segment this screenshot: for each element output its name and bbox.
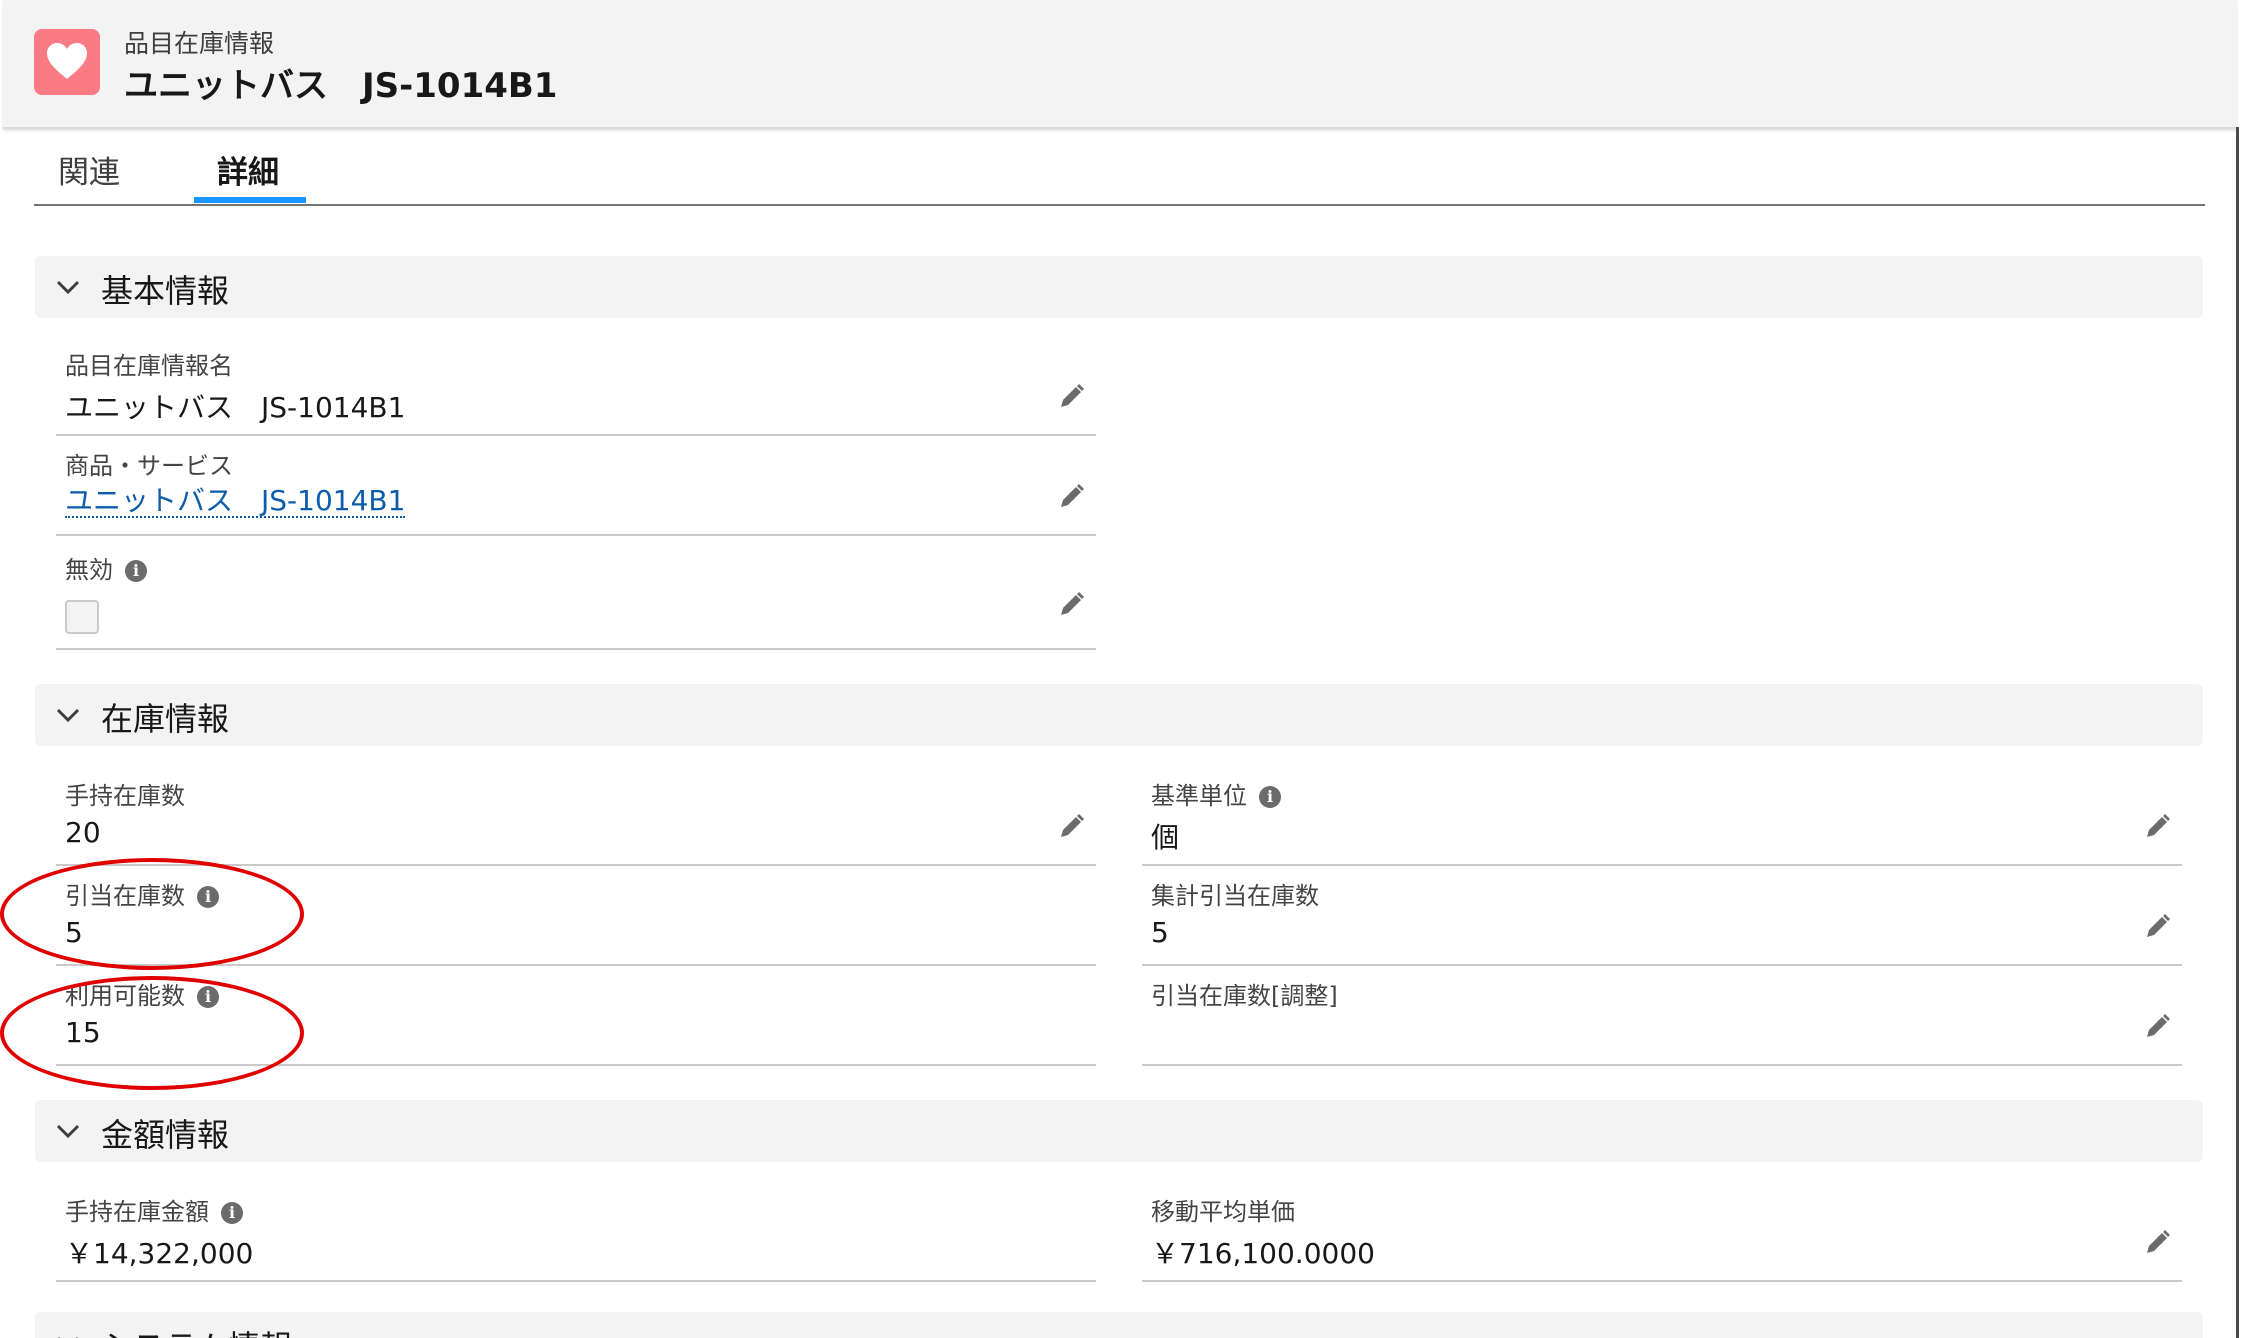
label-text: 無効: [65, 556, 113, 584]
info-icon[interactable]: i: [221, 1202, 243, 1224]
field-value: 個: [1151, 821, 1180, 854]
pencil-icon[interactable]: [1056, 812, 1086, 842]
tab-related[interactable]: 関連: [58, 147, 120, 192]
field-aggregate-allocated-qty: 集計引当在庫数 5: [1142, 866, 2182, 966]
record-title: ユニットバス JS-1014B1: [124, 66, 558, 106]
field-value: ユニットバス JS-1014B1: [65, 391, 406, 424]
heart-icon: [34, 29, 100, 95]
pencil-icon[interactable]: [2142, 912, 2172, 942]
chevron-down-icon: [56, 280, 80, 295]
info-icon[interactable]: i: [125, 560, 147, 582]
field-value: ￥14,322,000: [65, 1237, 254, 1270]
field-label: 集計引当在庫数: [1151, 882, 1319, 910]
label-text: 基準単位: [1151, 782, 1247, 810]
field-allocated-adjust: 引当在庫数[調整]: [1142, 966, 2182, 1066]
field-label: 品目在庫情報名: [65, 352, 233, 380]
pencil-icon[interactable]: [1056, 482, 1086, 512]
field-value: 5: [1151, 916, 1169, 949]
field-item-stock-name: 品目在庫情報名 ユニットバス JS-1014B1: [56, 336, 1096, 436]
field-value: ￥716,100.0000: [1151, 1237, 1375, 1270]
section-title: 金額情報: [101, 1116, 230, 1154]
record-tabs: 関連 詳細: [34, 127, 2205, 206]
section-basic-header[interactable]: 基本情報: [35, 256, 2203, 318]
info-icon[interactable]: i: [1259, 786, 1281, 808]
pencil-icon[interactable]: [2142, 1228, 2172, 1258]
section-title: 在庫情報: [101, 700, 230, 738]
section-system-header[interactable]: システム情報: [35, 1312, 2203, 1338]
annotation-circle-allocated: [0, 858, 304, 970]
label-text: 手持在庫金額: [65, 1198, 209, 1226]
section-title: システム情報: [101, 1322, 292, 1338]
chevron-down-icon: [58, 1336, 78, 1338]
field-on-hand-qty: 手持在庫数 20: [56, 766, 1096, 866]
chevron-down-icon: [56, 1124, 80, 1139]
field-label: 手持在庫数: [65, 782, 185, 810]
pencil-icon[interactable]: [1056, 382, 1086, 412]
object-type-label: 品目在庫情報: [124, 29, 275, 58]
annotation-circle-available: [0, 976, 304, 1090]
field-label: 基準単位 i: [1151, 776, 1281, 811]
scrollbar[interactable]: [2236, 127, 2239, 1338]
field-label: 無効 i: [65, 550, 147, 585]
field-product: 商品・サービス ユニットバス JS-1014B1: [56, 436, 1096, 536]
section-stock-header[interactable]: 在庫情報: [35, 684, 2203, 746]
record-header: 品目在庫情報 ユニットバス JS-1014B1: [3, 0, 2237, 129]
section-title: 基本情報: [101, 272, 230, 310]
pencil-icon[interactable]: [2142, 812, 2172, 842]
active-tab-indicator: [194, 197, 306, 203]
tab-details[interactable]: 詳細: [217, 147, 279, 192]
inactive-checkbox[interactable]: [65, 600, 99, 634]
chevron-down-icon: [56, 708, 80, 723]
field-value: 20: [65, 816, 101, 849]
field-label: 手持在庫金額 i: [65, 1192, 243, 1227]
field-label: 移動平均単価: [1151, 1198, 1295, 1226]
field-label: 引当在庫数[調整]: [1151, 982, 1338, 1010]
section-amount-header[interactable]: 金額情報: [35, 1100, 2203, 1162]
field-on-hand-amount: 手持在庫金額 i ￥14,322,000: [56, 1182, 1096, 1282]
field-base-unit: 基準単位 i 個: [1142, 766, 2182, 866]
product-link[interactable]: ユニットバス JS-1014B1: [65, 486, 406, 518]
pencil-icon[interactable]: [1056, 590, 1086, 620]
pencil-icon[interactable]: [2142, 1012, 2172, 1042]
field-label: 商品・サービス: [65, 452, 233, 480]
field-moving-avg-price: 移動平均単価 ￥716,100.0000: [1142, 1182, 2182, 1282]
field-inactive: 無効 i: [56, 540, 1096, 650]
